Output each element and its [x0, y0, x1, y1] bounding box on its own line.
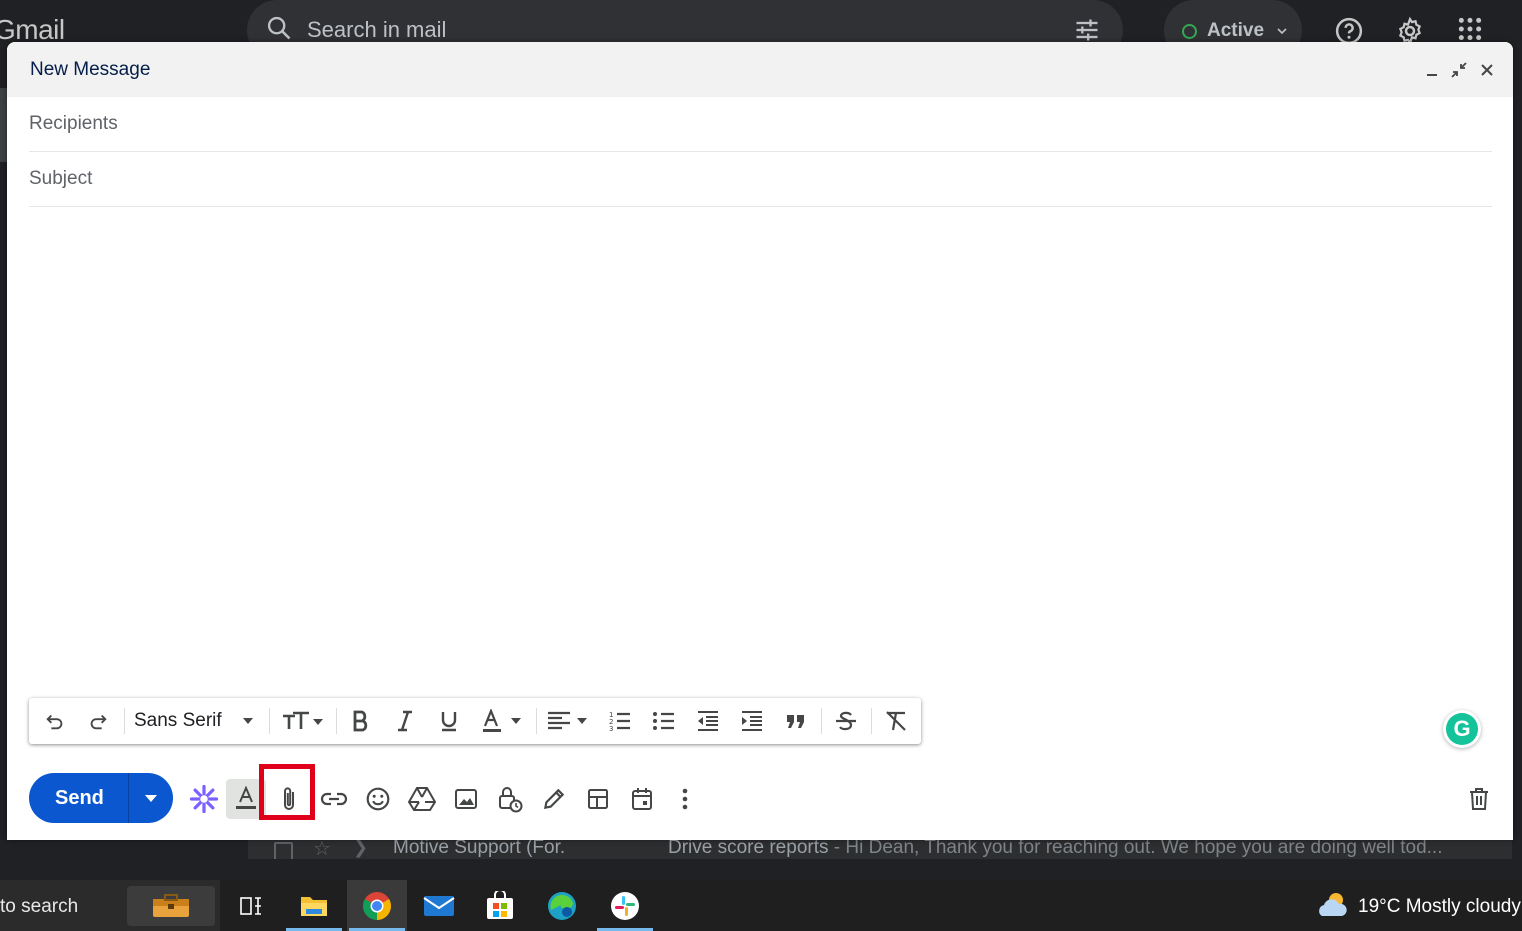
- more-send-options-button[interactable]: [129, 773, 173, 823]
- toolbar-divider: [871, 708, 872, 734]
- italic-icon[interactable]: [391, 698, 419, 744]
- emoji-icon[interactable]: [358, 779, 398, 819]
- row-sender: Motive Support (For.: [393, 840, 566, 858]
- row-subject: Drive score reports - Hi Dean, Thank you…: [668, 840, 1442, 859]
- chevron-down-icon: [1276, 24, 1288, 42]
- weather-text[interactable]: 19°C Mostly cloudy: [1358, 896, 1521, 918]
- microsoft-store-icon[interactable]: [470, 880, 530, 931]
- grammarly-button[interactable]: G: [1443, 710, 1481, 748]
- row-checkbox[interactable]: [274, 842, 293, 859]
- caret-down-icon: [145, 795, 157, 802]
- more-options-icon[interactable]: [665, 779, 705, 819]
- font-family-select[interactable]: Sans Serif: [134, 698, 264, 744]
- font-family-label: Sans Serif: [134, 710, 222, 731]
- important-marker-icon[interactable]: ❯: [353, 840, 368, 858]
- compose-header[interactable]: New Message: [7, 42, 1513, 97]
- send-button[interactable]: Send: [29, 773, 173, 823]
- search-placeholder[interactable]: Search in mail: [307, 17, 446, 43]
- templates-icon[interactable]: [578, 779, 618, 819]
- message-body[interactable]: [29, 208, 1492, 688]
- status-dot-icon: [1182, 24, 1197, 39]
- font-size-icon[interactable]: [277, 698, 329, 744]
- windows-taskbar: to search 19°C Mostly cloudy: [0, 880, 1522, 931]
- toolbar-divider: [821, 708, 822, 734]
- chrome-icon[interactable]: [347, 880, 407, 931]
- taskbar-search[interactable]: to search: [0, 880, 220, 931]
- grammarly-logo: G: [1446, 713, 1478, 745]
- text-color-icon[interactable]: [479, 698, 527, 744]
- quote-icon[interactable]: [781, 698, 811, 744]
- taskbar-search-text[interactable]: to search: [0, 896, 78, 918]
- close-icon[interactable]: [1476, 59, 1498, 81]
- insert-link-icon[interactable]: [314, 779, 354, 819]
- indent-less-icon[interactable]: [693, 698, 723, 744]
- email-list-row[interactable]: ☆ ❯ Motive Support (For. Drive score rep…: [248, 840, 1512, 859]
- ai-sparkle-icon[interactable]: [184, 779, 224, 819]
- formatting-toolbar: Sans Serif 123: [29, 698, 921, 744]
- recipients-input[interactable]: [29, 97, 1492, 151]
- indent-more-icon[interactable]: [737, 698, 767, 744]
- signature-pen-icon[interactable]: [534, 779, 574, 819]
- send-label: Send: [55, 787, 104, 809]
- weather-cloudy-icon[interactable]: [1316, 888, 1350, 927]
- confidential-mode-icon[interactable]: [490, 779, 530, 819]
- undo-icon[interactable]: [41, 698, 69, 744]
- briefcase-icon[interactable]: [127, 886, 215, 926]
- subject-input[interactable]: [29, 152, 1492, 206]
- toolbar-divider: [536, 708, 537, 734]
- toolbar-divider: [124, 708, 125, 734]
- row-subject-text: Drive score reports: [668, 840, 829, 858]
- redo-icon[interactable]: [84, 698, 112, 744]
- calendar-icon[interactable]: [622, 779, 662, 819]
- subject-row: [29, 152, 1492, 207]
- row-snippet: - Hi Dean, Thank you for reaching out. W…: [828, 840, 1443, 858]
- caret-down-icon: [242, 718, 253, 724]
- numbered-list-icon[interactable]: 123: [605, 698, 635, 744]
- status-label: Active: [1207, 20, 1265, 41]
- attach-highlight-box: [259, 764, 315, 820]
- edge-browser-icon[interactable]: [532, 880, 592, 931]
- toolbar-divider: [269, 708, 270, 734]
- discard-draft-icon[interactable]: [1459, 779, 1499, 819]
- align-icon[interactable]: [544, 698, 594, 744]
- minimize-icon[interactable]: [1421, 59, 1443, 81]
- file-explorer-icon[interactable]: [284, 880, 344, 931]
- remove-formatting-icon[interactable]: [881, 698, 911, 744]
- mail-app-icon[interactable]: [409, 880, 469, 931]
- slack-icon[interactable]: [595, 880, 655, 931]
- svg-text:3: 3: [609, 725, 613, 732]
- bulleted-list-icon[interactable]: [649, 698, 679, 744]
- compose-window: New Message Sans Serif: [7, 42, 1513, 840]
- recipients-row: [29, 97, 1492, 152]
- task-view-icon[interactable]: [221, 880, 281, 931]
- underline-icon[interactable]: [435, 698, 463, 744]
- sidebar-edge: [0, 88, 7, 162]
- toolbar-divider: [336, 708, 337, 734]
- compose-title: New Message: [30, 59, 151, 80]
- exit-full-screen-icon[interactable]: [1448, 59, 1470, 81]
- star-icon[interactable]: ☆: [313, 840, 331, 859]
- strikethrough-icon[interactable]: [831, 698, 861, 744]
- insert-photo-icon[interactable]: [446, 779, 486, 819]
- google-drive-icon[interactable]: [402, 779, 442, 819]
- bold-icon[interactable]: [347, 698, 375, 744]
